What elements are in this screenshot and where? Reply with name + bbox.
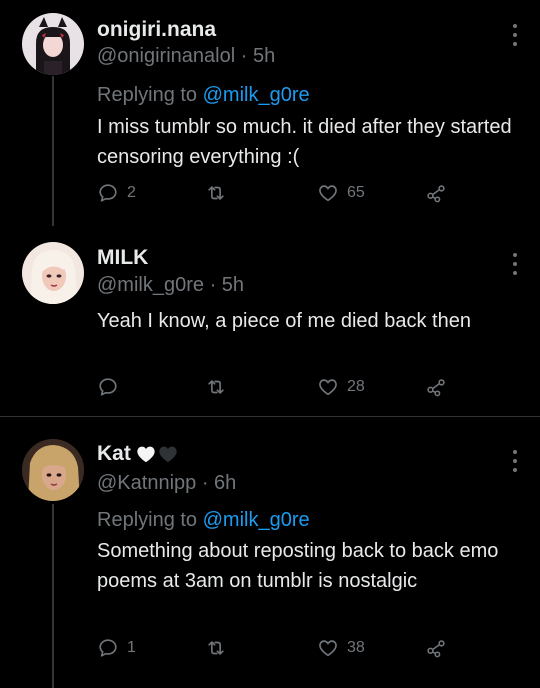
retweet-icon xyxy=(208,641,224,655)
tweet-text: Something about reposting back to back e… xyxy=(97,540,499,592)
reply-icon xyxy=(99,378,117,396)
like-button[interactable]: 38 xyxy=(317,637,365,659)
more-icon[interactable] xyxy=(512,253,518,275)
share-button[interactable] xyxy=(425,376,447,398)
timestamp[interactable]: 5h xyxy=(222,274,244,296)
retweet-button[interactable] xyxy=(205,637,235,659)
share-button[interactable] xyxy=(425,637,447,659)
replying-to: Replying to @milk_g0re xyxy=(97,509,310,531)
like-button[interactable]: 65 xyxy=(317,182,365,204)
tweet-actions: 2 65 xyxy=(97,182,457,212)
replying-to: Replying to @milk_g0re xyxy=(97,84,310,106)
handle[interactable]: @Katnnipp xyxy=(97,472,196,494)
reply-button[interactable]: 1 xyxy=(97,637,136,659)
timestamp[interactable]: 6h xyxy=(214,472,236,494)
reply-icon xyxy=(99,184,117,202)
like-icon xyxy=(319,640,337,657)
share-button[interactable] xyxy=(425,182,447,204)
reply-icon xyxy=(99,639,117,657)
handle-time: @milk_g0re · 5h xyxy=(97,274,245,296)
like-count: 28 xyxy=(347,378,365,395)
tweet-text: Yeah I know, a piece of me died back the… xyxy=(97,310,471,332)
like-button[interactable]: 28 xyxy=(317,376,365,398)
reply-button[interactable]: 2 xyxy=(97,182,136,204)
more-icon[interactable] xyxy=(512,24,518,46)
reply-button[interactable] xyxy=(97,376,127,398)
tweet-text: I miss tumblr so much. it died after the… xyxy=(97,116,512,168)
display-name[interactable]: Kat xyxy=(97,442,179,466)
handle-time: @Katnnipp · 6h xyxy=(97,472,237,494)
reply-count: 1 xyxy=(127,639,136,656)
mention-link[interactable]: @milk_g0re xyxy=(203,509,310,531)
retweet-button[interactable] xyxy=(205,376,235,398)
share-icon xyxy=(427,185,445,203)
tweet-actions: 28 xyxy=(97,376,457,406)
avatar-milk[interactable] xyxy=(22,242,84,304)
retweet-button[interactable] xyxy=(205,182,235,204)
tweet-divider xyxy=(0,416,540,417)
black-heart-icon xyxy=(159,446,177,463)
like-count: 65 xyxy=(347,184,365,201)
share-icon xyxy=(427,379,445,397)
reply-count: 2 xyxy=(127,184,136,201)
share-icon xyxy=(427,640,445,658)
display-name[interactable]: MILK xyxy=(97,246,148,270)
handle-time: @onigirinanalol · 5h xyxy=(97,45,276,67)
retweet-icon xyxy=(208,186,224,200)
timestamp[interactable]: 5h xyxy=(253,45,275,67)
display-name[interactable]: onigiri.nana xyxy=(97,18,216,42)
like-icon xyxy=(319,185,337,202)
like-count: 38 xyxy=(347,639,365,656)
avatar-kat[interactable] xyxy=(22,439,84,501)
white-heart-icon xyxy=(137,446,155,463)
thread-line xyxy=(52,504,54,688)
avatar-onigiri[interactable] xyxy=(22,13,84,75)
tweet-actions: 1 38 xyxy=(97,637,457,667)
like-icon xyxy=(319,379,337,396)
handle[interactable]: @onigirinanalol xyxy=(97,45,235,67)
thread-line xyxy=(52,76,54,226)
retweet-icon xyxy=(208,380,224,394)
mention-link[interactable]: @milk_g0re xyxy=(203,84,310,106)
more-icon[interactable] xyxy=(512,450,518,472)
handle[interactable]: @milk_g0re xyxy=(97,274,204,296)
